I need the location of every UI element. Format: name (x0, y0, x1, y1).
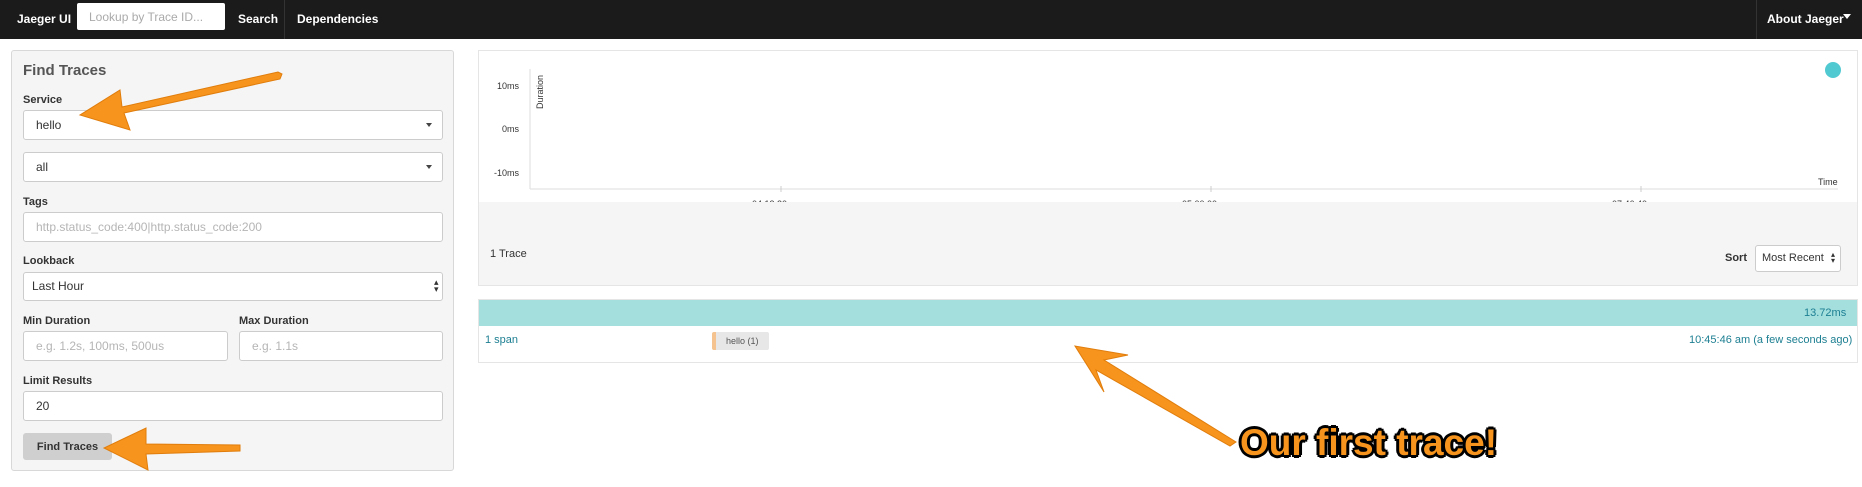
arrow-to-trace (1073, 345, 1237, 447)
annotation-text: Our first trace! (1240, 422, 1498, 463)
annotation-arrows (78, 71, 1237, 471)
arrow-to-find-button (102, 427, 241, 471)
arrow-to-service (78, 71, 283, 131)
